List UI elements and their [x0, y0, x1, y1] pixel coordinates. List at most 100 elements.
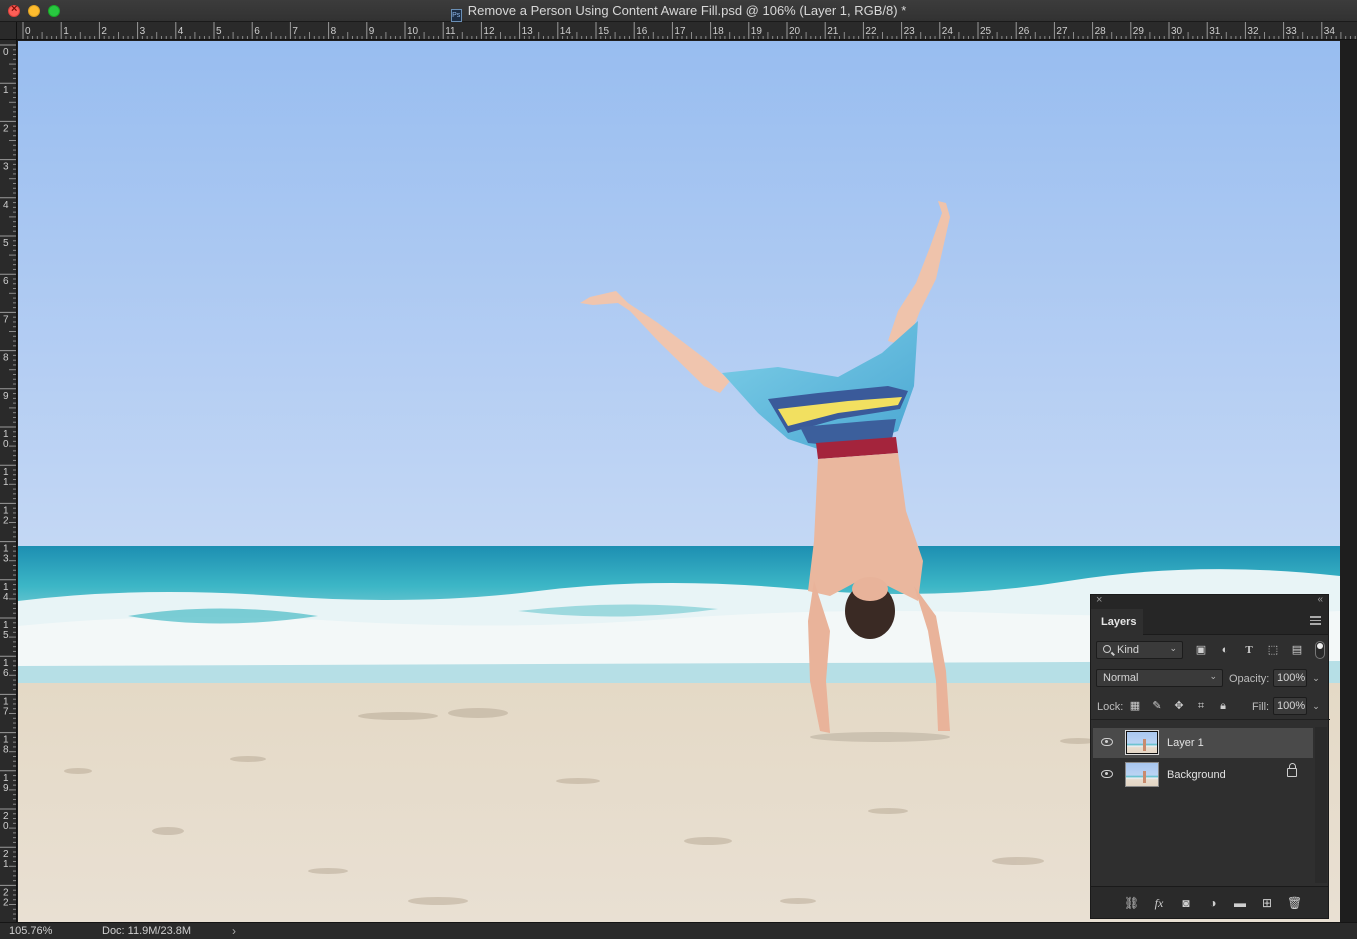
fill-dropdown-icon[interactable]: ⌄	[1309, 697, 1323, 715]
filter-toggle-switch[interactable]	[1315, 641, 1325, 659]
lock-all-icon[interactable]: 🔒︎	[1216, 699, 1230, 713]
layer-row-background[interactable]: Background	[1093, 760, 1313, 790]
visibility-eye-icon[interactable]	[1101, 770, 1113, 778]
ruler-label: 12	[483, 26, 495, 37]
ruler-label: 16	[636, 26, 648, 37]
lock-position-icon[interactable]: ✥	[1172, 699, 1186, 713]
ruler-label: 9	[369, 26, 375, 37]
layer-name[interactable]: Background	[1167, 769, 1226, 781]
ruler-label: 7	[3, 706, 9, 717]
ruler-label: 30	[1171, 26, 1183, 37]
opacity-dropdown-icon[interactable]: ⌄	[1309, 669, 1323, 687]
layer-row-layer-1[interactable]: Layer 1	[1093, 728, 1313, 758]
horizontal-ruler-ticks: 0 1 2 3 4 5 6 7 8 9 10 11 12 13 14 15 16 17 18 19 20 21 22 23 24…	[22, 22, 1356, 39]
lock-row: Lock: ▦ ✎ ✥ ⌗ 🔒︎ Fill: 100% ⌄	[1091, 692, 1330, 720]
ruler-label: 32	[1247, 26, 1259, 37]
fill-field[interactable]: 100%	[1273, 697, 1307, 715]
close-panel-icon[interactable]: ×	[1096, 594, 1102, 606]
ruler-label: 26	[1018, 26, 1030, 37]
adjustment-layer-icon[interactable]: ◑	[1206, 896, 1220, 910]
ruler-label: 31	[1209, 26, 1221, 37]
lock-artboard-icon[interactable]: ⌗	[1194, 699, 1208, 713]
ruler-label: 5	[3, 630, 9, 641]
ruler-label: 4	[178, 26, 184, 37]
ruler-label: 1	[3, 859, 9, 870]
ruler-label: 17	[674, 26, 686, 37]
horizontal-ruler[interactable]: 0 1 2 3 4 5 6 7 8 9 10 11 12 13 14 15 16 17 18 19 20 21 22 23 24…	[17, 22, 1357, 40]
blend-mode-select[interactable]: Normal ⌄	[1096, 669, 1223, 687]
blend-row: Normal ⌄ Opacity: 100% ⌄	[1091, 664, 1330, 692]
vertical-ruler[interactable]: 012345678910111213141516171819202122	[0, 40, 17, 922]
add-mask-icon[interactable]: ◙	[1179, 896, 1193, 910]
ruler-label: 0	[3, 439, 9, 450]
smart-object-filter-icon[interactable]: ▤	[1291, 644, 1303, 656]
status-menu-arrow-icon[interactable]: ›	[232, 924, 236, 938]
layers-panel: × « Layers Kind ⌄ ▣ ◐ T ⬚ ▤ Normal ⌄ Opa…	[1090, 594, 1330, 919]
layer-thumbnail	[1125, 730, 1159, 755]
title-bar: Ps Remove a Person Using Content Aware Fi…	[0, 0, 1357, 22]
fx-icon[interactable]: fx	[1152, 896, 1166, 910]
ruler-label: 7	[292, 26, 298, 37]
layer-thumbnail	[1125, 762, 1159, 787]
psd-file-icon: Ps	[450, 9, 462, 22]
ruler-label: 0	[25, 26, 31, 37]
zoom-level[interactable]: 105.76%	[9, 925, 52, 937]
ruler-label: 0	[3, 821, 9, 832]
ruler-label: 8	[3, 353, 9, 364]
fill-label: Fill:	[1252, 701, 1270, 713]
ruler-label: 8	[331, 26, 337, 37]
kind-filter-select[interactable]: Kind ⌄	[1096, 641, 1183, 659]
panel-menu-icon[interactable]	[1310, 616, 1321, 625]
ruler-label: 1	[3, 477, 9, 488]
ruler-label: 27	[1056, 26, 1068, 37]
ruler-label: 15	[598, 26, 610, 37]
ruler-label: 2	[3, 515, 9, 526]
ruler-label: 19	[751, 26, 763, 37]
ruler-label: 3	[3, 554, 9, 565]
opacity-field[interactable]: 100%	[1273, 669, 1307, 687]
ruler-label: 3	[140, 26, 146, 37]
ruler-label: 5	[3, 238, 9, 249]
ruler-label: 8	[3, 745, 9, 756]
adjustment-filter-icon[interactable]: ◐	[1219, 644, 1231, 656]
new-layer-icon[interactable]: ⊞	[1260, 896, 1274, 910]
link-layers-icon[interactable]: ⛓︎	[1124, 896, 1139, 910]
collapse-panel-icon[interactable]: «	[1317, 594, 1323, 605]
ruler-label: 11	[445, 26, 456, 37]
kind-filter-label: Kind	[1117, 644, 1140, 656]
window-title: Remove a Person Using Content Aware Fill…	[467, 3, 907, 18]
delete-layer-icon[interactable]: 🗑︎	[1287, 896, 1302, 910]
window-title-wrap: Ps Remove a Person Using Content Aware Fi…	[0, 3, 1357, 22]
search-icon	[1103, 645, 1111, 653]
ruler-label: 9	[3, 391, 9, 402]
ruler-label: 14	[560, 26, 572, 37]
type-filter-icon[interactable]: T	[1243, 644, 1255, 656]
ruler-label: 34	[1324, 26, 1336, 37]
shape-filter-icon[interactable]: ⬚	[1267, 644, 1279, 656]
ruler-label: 6	[3, 668, 9, 679]
layer-locked-icon[interactable]	[1287, 763, 1297, 777]
ruler-label: 9	[3, 783, 9, 794]
ruler-label: 28	[1095, 26, 1107, 37]
new-group-icon[interactable]: ▬	[1233, 896, 1247, 910]
ruler-label: 6	[3, 276, 9, 287]
blend-mode-value: Normal	[1103, 672, 1139, 684]
visibility-eye-icon[interactable]	[1101, 738, 1113, 746]
image-filter-icon[interactable]: ▣	[1195, 644, 1207, 656]
layers-scrollbar[interactable]	[1315, 727, 1327, 883]
ruler-label: 6	[254, 26, 260, 37]
chevron-down-icon: ⌄	[1169, 643, 1177, 653]
ruler-origin[interactable]	[0, 22, 17, 40]
ruler-label: 5	[216, 26, 222, 37]
ruler-label: 3	[3, 162, 9, 173]
ruler-label: 21	[827, 26, 839, 37]
tab-layers[interactable]: Layers	[1091, 609, 1143, 635]
ruler-label: 29	[1133, 26, 1145, 37]
chevron-down-icon: ⌄	[1209, 671, 1217, 681]
ruler-label: 25	[980, 26, 992, 37]
vertical-ruler-ticks: 012345678910111213141516171819202122	[0, 44, 16, 920]
layer-name[interactable]: Layer 1	[1167, 737, 1204, 749]
status-bar: 105.76% Doc: 11.9M/23.8M ›	[0, 922, 1357, 939]
lock-transparent-pixels-icon[interactable]: ▦	[1128, 699, 1142, 713]
lock-image-pixels-icon[interactable]: ✎	[1150, 699, 1164, 713]
